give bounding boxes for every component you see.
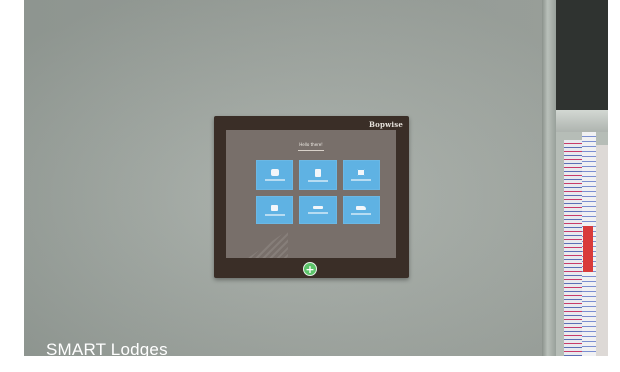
- plus-button[interactable]: +: [303, 262, 317, 276]
- tile-door[interactable]: [299, 160, 337, 190]
- tile-chat[interactable]: [256, 160, 294, 190]
- tile-label-bar: [264, 213, 285, 216]
- tile-label-bar: [307, 212, 328, 214]
- door-frame: [542, 0, 556, 356]
- tile-label-bar: [351, 179, 372, 181]
- tile-window[interactable]: [342, 160, 380, 190]
- box-icon: [271, 204, 279, 211]
- bookshelf-top: [556, 0, 608, 110]
- greeting-divider: [298, 150, 324, 151]
- book: [596, 145, 608, 356]
- door-icon: [314, 168, 321, 177]
- book: [564, 140, 582, 356]
- tile-plane[interactable]: [342, 196, 380, 224]
- tile-label-bar: [351, 212, 372, 215]
- tile-grid: [256, 160, 380, 224]
- tile-label-bar: [307, 179, 328, 182]
- photo-scene: Bopwise Hello there! +: [24, 0, 608, 356]
- shelf-board: [556, 110, 608, 132]
- screen-decoration: [248, 230, 288, 258]
- window-icon: [357, 169, 366, 176]
- wall-control-panel: Bopwise Hello there! +: [214, 116, 409, 278]
- chat-icon: [270, 169, 279, 176]
- tile-bar[interactable]: [299, 196, 337, 224]
- screen-greeting: Hello there!: [299, 142, 323, 147]
- tile-box[interactable]: [256, 196, 294, 224]
- plane-icon: [356, 205, 367, 210]
- book-tag: [583, 226, 593, 272]
- bar-icon: [312, 206, 323, 209]
- panel-brand: Bopwise: [369, 120, 403, 129]
- touch-screen: Hello there!: [226, 130, 396, 258]
- tile-label-bar: [264, 179, 285, 181]
- photo-caption: SMART Lodges: [46, 340, 168, 359]
